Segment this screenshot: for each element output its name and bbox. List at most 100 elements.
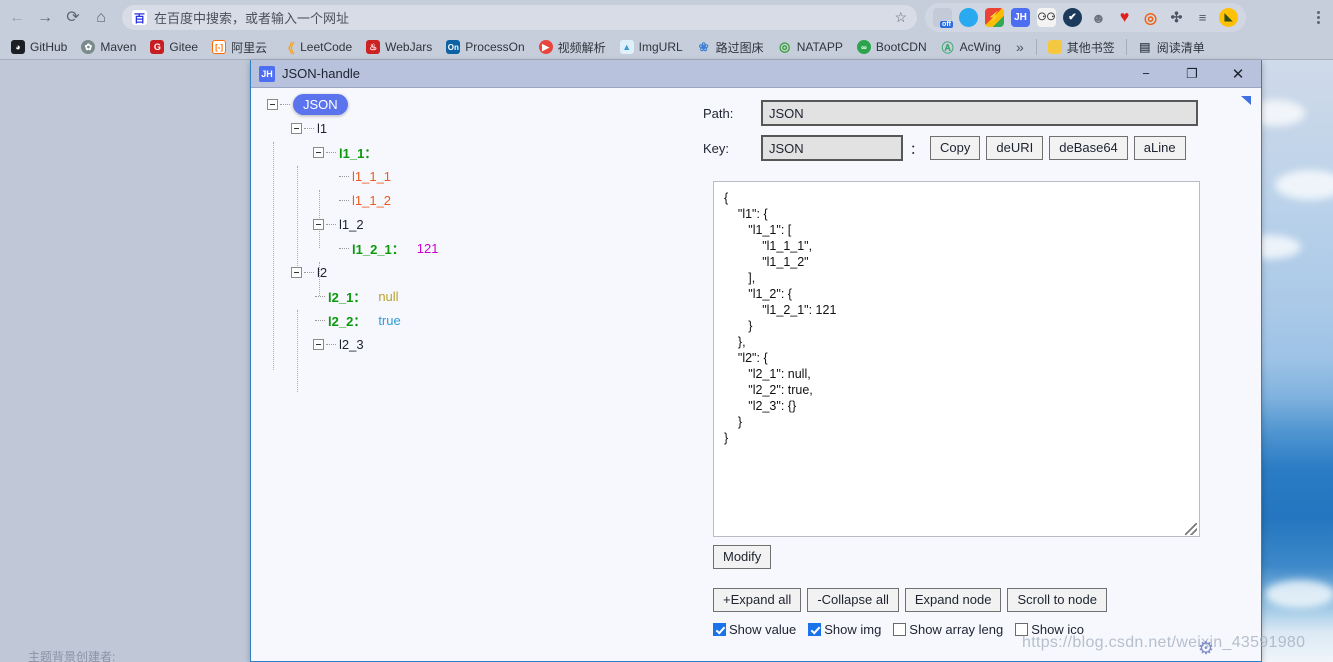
window-title: JSON-handle (282, 66, 361, 81)
json-textarea[interactable]: { "l1": { "l1_1": [ "l1_1_1", "l1_1_2" ]… (713, 181, 1200, 537)
luguo-imgbed-icon: ❀ (698, 40, 709, 54)
close-button[interactable]: ✕ (1215, 60, 1261, 88)
bookmark-label: ImgURL (638, 40, 683, 54)
bookmark-label: NATAPP (796, 40, 843, 54)
puzzle-icon[interactable]: ✣ (1167, 8, 1186, 27)
textarea-resize-grip[interactable] (1185, 523, 1197, 535)
window-controls: − ❐ ✕ (1123, 60, 1261, 88)
bookmark-gitee[interactable]: G Gitee (143, 36, 205, 58)
debase64-button[interactable]: deBase64 (1049, 136, 1128, 160)
tree-node-label: l1_2_1： (352, 241, 405, 257)
bookmark-label: AcWing (959, 40, 1001, 54)
bookmark-webjars[interactable]: ♨ WebJars (359, 36, 439, 58)
show-value-checkbox[interactable]: Show value (713, 622, 796, 637)
gear-icon: ⚙ (1197, 638, 1215, 658)
tree-node-l2[interactable]: l2 (291, 261, 327, 283)
tree-node-l2_2[interactable]: l2_2： true (315, 309, 401, 331)
palette-icon[interactable]: ☻ (1089, 8, 1108, 27)
collapse-toggle-icon[interactable] (291, 122, 302, 134)
checkbox-box[interactable] (893, 623, 907, 636)
back-icon[interactable]: ← (6, 7, 28, 29)
forward-icon[interactable]: → (34, 7, 56, 29)
rice-ball-icon[interactable]: ◣ (1219, 8, 1238, 27)
collapse-toggle-icon[interactable] (291, 266, 302, 278)
tree-line (273, 142, 274, 370)
robot-icon[interactable]: ⚆⚆ (1037, 8, 1056, 27)
tree-node-l1_1_1[interactable]: l1_1_1 (339, 165, 391, 187)
bookmark-imgurl[interactable]: ▲ ImgURL (613, 36, 690, 58)
expand-all-button[interactable]: +Expand all (713, 588, 802, 612)
bookmark-bootcdn[interactable]: ∞ BootCDN (850, 36, 934, 58)
proxy-switch-icon[interactable]: off (933, 8, 953, 28)
tree-node-l1_1[interactable]: l1_1： (313, 141, 377, 163)
tree-connector (280, 103, 290, 105)
tree-node-l1_2[interactable]: l1_2 (313, 213, 364, 235)
show-img-checkbox[interactable]: Show img (808, 622, 881, 637)
tree-root-badge[interactable]: JSON (293, 93, 348, 115)
bookmark-label: BootCDN (875, 40, 927, 54)
theme-credit-text: 主题背景创建者: (28, 650, 116, 662)
collapse-toggle-icon[interactable] (313, 146, 324, 158)
playlist-icon[interactable]: ≡ (1193, 8, 1212, 27)
modify-button[interactable]: Modify (713, 545, 772, 569)
node-tools-row: +Expand all -Collapse all Expand node Sc… (713, 588, 1113, 612)
bookmark-acwing[interactable]: Ⓐ AcWing (934, 36, 1008, 58)
tree-node-l2_1[interactable]: l2_1： null (315, 285, 399, 307)
window-titlebar[interactable]: JH JSON-handle − ❐ ✕ (251, 60, 1261, 88)
path-input[interactable]: JSON (761, 100, 1198, 126)
bookmark-github[interactable]: ◕ GitHub (4, 36, 74, 58)
minimize-button[interactable]: − (1123, 60, 1169, 88)
processon-icon: On (446, 40, 461, 54)
bookmark-processon[interactable]: On ProcessOn (439, 36, 531, 58)
collapse-toggle-icon[interactable] (267, 98, 278, 110)
bookmark-leetcode[interactable]: 《 LeetCode (274, 36, 359, 58)
browser-toolbar: ← → ⟳ ⌂ 百 在百度中搜索，或者输入一个网址 ☆ off ⚡ JH ⚆⚆ … (0, 0, 1333, 35)
heart-icon[interactable]: ♥ (1115, 8, 1134, 27)
reload-icon[interactable]: ⟳ (62, 7, 84, 29)
collapse-toggle-icon[interactable] (313, 338, 324, 350)
folder-icon: ▮ (1047, 40, 1062, 54)
home-icon[interactable]: ⌂ (90, 7, 112, 29)
blue-circle-icon[interactable] (959, 8, 978, 27)
maven-icon: ✿ (81, 40, 96, 54)
show-array-leng-checkbox[interactable]: Show array leng (893, 622, 1003, 637)
tree-node-label: l1_1： (339, 145, 378, 161)
bookmark-luguo-imgbed[interactable]: ❀ 路过图床 (690, 36, 771, 58)
check-badge-icon[interactable]: ✔ (1063, 8, 1082, 27)
tree-node-l2_3[interactable]: l2_3 (313, 333, 364, 355)
bookmark-star-icon[interactable]: ☆ (894, 9, 907, 26)
tree-node-l1[interactable]: l1 (291, 117, 327, 139)
modify-row: Modify (713, 545, 777, 569)
bookmark-maven[interactable]: ✿ Maven (74, 36, 143, 58)
tree-node-label: l2_1： (328, 289, 367, 305)
bookmark-label: GitHub (30, 40, 68, 54)
key-input[interactable]: JSON (761, 135, 903, 161)
bookmark-video-parse[interactable]: ▶ 视频解析 (532, 36, 613, 58)
checkbox-box[interactable] (713, 623, 726, 636)
other-bookmarks-folder[interactable]: ▮ 其他书签 (1041, 36, 1122, 58)
browser-menu-icon[interactable] (1311, 8, 1325, 27)
bookmarks-overflow-button[interactable]: » (1008, 39, 1032, 55)
spiral-icon[interactable]: ◎ (1141, 8, 1160, 27)
tree-node-l1_1_2[interactable]: l1_1_2 (339, 189, 391, 211)
flash-icon[interactable]: ⚡ (985, 8, 1004, 27)
maximize-button[interactable]: ❐ (1169, 60, 1215, 88)
address-bar[interactable]: 百 在百度中搜索，或者输入一个网址 ☆ (122, 5, 917, 30)
bookmark-aliyun[interactable]: [-] 阿里云 (205, 36, 274, 58)
json-handle-icon[interactable]: JH (1011, 8, 1030, 27)
expand-node-button[interactable]: Expand node (904, 588, 1002, 612)
scroll-to-node-button[interactable]: Scroll to node (1007, 588, 1107, 612)
reading-list-button[interactable]: ▤ 阅读清单 (1131, 36, 1212, 58)
desktop-wallpaper (1235, 60, 1333, 662)
bookmark-natapp[interactable]: ◎ NATAPP (771, 36, 850, 58)
tree-node-label: l2_3 (339, 336, 364, 352)
key-row: Key: JSON ： Copy deURI deBase64 aLine (703, 135, 1255, 161)
aline-button[interactable]: aLine (1133, 136, 1186, 160)
tree-node-l1_2_1[interactable]: l1_2_1： 121 (339, 237, 438, 259)
collapse-all-button[interactable]: -Collapse all (807, 588, 899, 612)
copy-button[interactable]: Copy (930, 136, 981, 160)
tree-node-root[interactable]: JSON (267, 93, 348, 115)
collapse-toggle-icon[interactable] (313, 218, 324, 230)
checkbox-box[interactable] (808, 623, 822, 636)
deuri-button[interactable]: deURI (986, 136, 1044, 160)
